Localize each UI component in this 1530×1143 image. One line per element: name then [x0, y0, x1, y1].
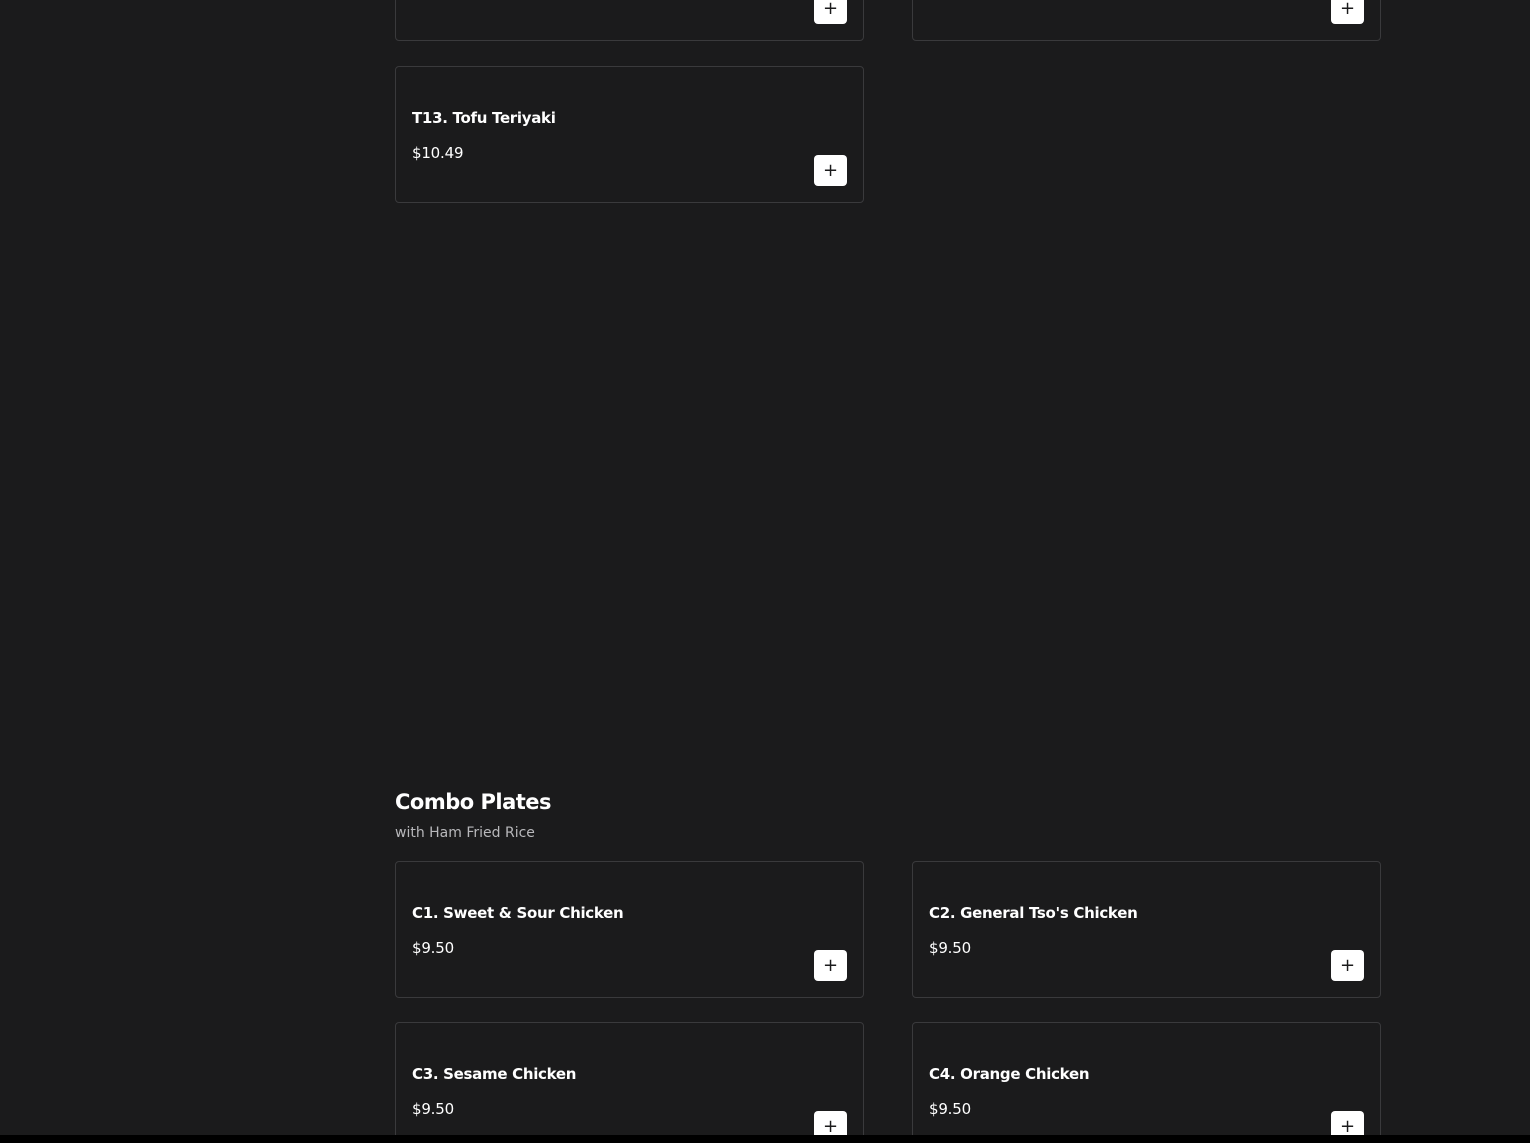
menu-item-card[interactable]: + [912, 0, 1381, 41]
menu-item-card[interactable]: + [395, 0, 864, 41]
bottom-bar [0, 1135, 1530, 1143]
menu-item-card[interactable]: T13. Tofu Teriyaki $10.49 + [395, 66, 864, 203]
menu-item-name: C4. Orange Chicken [929, 1065, 1090, 1083]
section-title: Combo Plates [395, 790, 552, 814]
menu-item-card[interactable]: C1. Sweet & Sour Chicken $9.50 + [395, 861, 864, 998]
menu-item-name: C1. Sweet & Sour Chicken [412, 904, 624, 922]
add-item-button[interactable]: + [1331, 0, 1364, 24]
add-item-button[interactable]: + [814, 950, 847, 981]
menu-item-card[interactable]: C4. Orange Chicken $9.50 + [912, 1022, 1381, 1143]
menu-item-price: $9.50 [929, 939, 971, 957]
plus-icon: + [822, 160, 839, 181]
menu-item-price: $9.50 [929, 1100, 971, 1118]
menu-item-name: C2. General Tso's Chicken [929, 904, 1138, 922]
menu-item-price: $10.49 [412, 144, 464, 162]
menu-item-price: $9.50 [412, 939, 454, 957]
plus-icon: + [1339, 0, 1356, 19]
menu-item-name: C3. Sesame Chicken [412, 1065, 577, 1083]
menu-item-price: $9.50 [412, 1100, 454, 1118]
plus-icon: + [1339, 955, 1356, 976]
plus-icon: + [822, 0, 839, 19]
menu-item-name: T13. Tofu Teriyaki [412, 109, 556, 127]
add-item-button[interactable]: + [814, 0, 847, 24]
menu-item-card[interactable]: C2. General Tso's Chicken $9.50 + [912, 861, 1381, 998]
add-item-button[interactable]: + [814, 155, 847, 186]
section-subtitle: with Ham Fried Rice [395, 825, 535, 841]
menu-page: + + T13. Tofu Teriyaki $10.49 + Combo Pl… [0, 0, 1530, 1143]
menu-item-card[interactable]: C3. Sesame Chicken $9.50 + [395, 1022, 864, 1143]
plus-icon: + [822, 955, 839, 976]
add-item-button[interactable]: + [1331, 950, 1364, 981]
